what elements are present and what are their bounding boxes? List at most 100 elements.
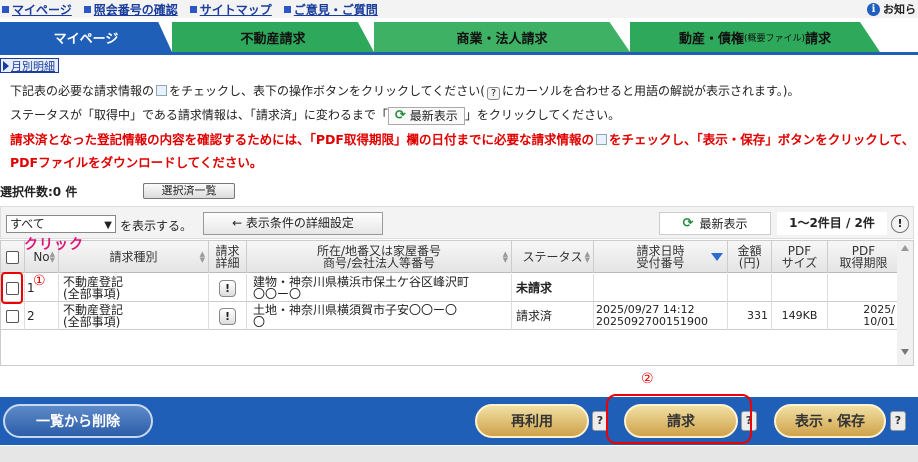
annotation-highlight-request <box>606 394 752 444</box>
refresh-sample-label: 最新表示 <box>409 109 458 123</box>
tab-label: 商業・法人請求 <box>456 31 548 47</box>
annotation-step-2: ② <box>641 371 654 387</box>
table-header: No ▲ ▼ 請求種別 ▲ ▼ 請求 詳細 所在/地番又は家屋番号 商号/会社法人等番号… <box>1 241 899 273</box>
tab-sublabel: (概要ファイル) <box>743 33 806 44</box>
row-deadline: 2025/ 10/01 <box>863 303 895 328</box>
notice-label: お知ら <box>883 3 916 16</box>
row-no: 2 <box>25 302 59 330</box>
filter-bar: すべて ▼ を表示する。 ← 表示条件の詳細設定 ⟳ 最新表示 1〜2件目 / … <box>0 206 914 239</box>
annotation-highlight-checkbox <box>1 272 23 304</box>
reuse-button[interactable]: 再利用 <box>475 404 589 438</box>
select-all-cell <box>1 241 25 273</box>
claims-table: No ▲ ▼ 請求種別 ▲ ▼ 請求 詳細 所在/地番又は家屋番号 商号/会社法人等番号… <box>0 240 914 366</box>
monthly-statement-link[interactable]: 月別明細 <box>0 58 59 73</box>
row-size: 149KB <box>772 302 828 330</box>
action-bar: 一覧から削除 再利用 ? 請求 ? 表示・保存 ? <box>0 397 918 445</box>
row-detail-cell: ! <box>209 274 247 302</box>
instruction-text: をチェックし、表下の操作ボタンをクリックしてください( <box>169 84 485 98</box>
tab-underline <box>0 52 918 55</box>
selection-count: 選択件数:0 件 <box>0 185 78 199</box>
col-date[interactable]: 請求日時 受付番号 <box>594 241 728 273</box>
info-icon: i <box>867 2 880 16</box>
tab-label: 不動産請求 <box>240 31 306 47</box>
row-date <box>594 274 728 302</box>
toplink-reference-number[interactable]: 照会番号の確認 <box>83 1 178 18</box>
col-location-label: 所在/地番又は家屋番号 商号/会社法人等番号 <box>316 244 442 270</box>
tab-label: 動産・債権 <box>678 31 744 47</box>
refresh-label: 最新表示 <box>699 217 748 231</box>
row-detail-cell: ! <box>209 302 247 330</box>
col-amount: 金額 (円) <box>728 241 772 273</box>
col-status[interactable]: ステータス ▲ ▼ <box>512 241 594 273</box>
row-size <box>772 274 828 302</box>
checkbox-sample-icon <box>156 85 168 96</box>
scroll-down-arrow-icon[interactable] <box>901 349 909 355</box>
instruction-text: にカーソルを合わせると用語の解説が表示されます。)。 <box>501 84 800 98</box>
col-type-label: 請求種別 <box>109 250 158 264</box>
square-bullet-icon <box>283 5 291 13</box>
display-filter-select[interactable]: すべて ▼ <box>6 215 116 233</box>
toplink-label: マイページ <box>12 2 72 17</box>
top-links: マイページ 照会番号の確認 サイトマップ ご意見・ご質問 <box>2 0 378 18</box>
tab-corporate-claims[interactable]: 商業・法人請求 <box>374 22 630 52</box>
play-triangle-icon <box>3 60 9 71</box>
col-location[interactable]: 所在/地番又は家屋番号 商号/会社法人等番号 ▲ ▼ <box>247 241 512 273</box>
toplink-label: サイトマップ <box>199 2 272 17</box>
col-status-label: ステータス <box>522 250 583 264</box>
warning-text: 「PDF取得期限」欄の日付までに必要な請求情報の <box>309 132 594 147</box>
scroll-up-arrow-icon[interactable] <box>901 245 909 251</box>
sort-icon: ▲ ▼ <box>199 250 205 264</box>
tab-label: マイページ <box>53 31 119 47</box>
row-type: 不動産登記 (全部事項) <box>59 302 209 330</box>
row-type: 不動産登記 (全部事項) <box>59 274 209 302</box>
detail-info-icon[interactable]: ! <box>219 279 236 297</box>
selected-list-button[interactable]: 選択済一覧 <box>143 183 235 199</box>
select-all-checkbox[interactable] <box>6 250 19 264</box>
square-bullet-icon <box>2 5 9 13</box>
checkbox-sample-icon <box>595 134 607 145</box>
row-amount: 331 <box>728 302 772 330</box>
sort-icon: ▲ ▼ <box>502 250 508 264</box>
refresh-icon: ⟳ <box>394 108 406 123</box>
toplink-mypage[interactable]: マイページ <box>2 1 72 18</box>
table-row[interactable]: 2 不動産登記 (全部事項) ! 土地・神奈川県横須賀市子安〇〇ー〇 〇 請求済… <box>1 302 899 330</box>
toplink-label: ご意見・ご質問 <box>293 2 378 17</box>
toplink-sitemap[interactable]: サイトマップ <box>189 1 272 18</box>
notice-link[interactable]: i お知ら <box>867 0 916 18</box>
refresh-button[interactable]: ⟳ 最新表示 <box>659 212 771 235</box>
table-row[interactable]: 1 不動産登記 (全部事項) ! 建物・神奈川県横浜市保土ケ谷区峰沢町 〇〇ー〇… <box>1 274 899 302</box>
row-location: 土地・神奈川県横須賀市子安〇〇ー〇 〇 <box>247 302 512 330</box>
warning-text: 請求済となった登記情報の内容を確認するためには、 <box>10 132 310 147</box>
monthly-label: 月別明細 <box>11 59 55 73</box>
toplink-label: 照会番号の確認 <box>93 2 178 17</box>
help-question-icon: ? <box>486 87 500 100</box>
row-amount <box>728 274 772 302</box>
row-checkbox[interactable] <box>6 309 19 323</box>
instruction-text: 下記表の必要な請求情報の <box>10 84 155 98</box>
help-info-icon[interactable]: ! <box>891 215 909 233</box>
row-deadline <box>828 274 899 302</box>
col-detail: 請求 詳細 <box>209 241 247 273</box>
annotation-click-label: クリック <box>24 237 84 253</box>
instruction-line-2: ステータスが「取得中」である請求情報は、「請求済」に変わるまで「 ⟳ 最新表示 」をク… <box>10 106 620 125</box>
vertical-scrollbar[interactable] <box>897 241 913 365</box>
tab-movable-claims[interactable]: 動産・債権 (概要ファイル) 請求 <box>630 22 880 52</box>
row-status: 請求済 <box>512 302 594 330</box>
pdf-warning-note: 請求済となった登記情報の内容を確認するためには、「PDF取得期限」欄の日付までに… <box>10 128 915 174</box>
remove-from-list-button[interactable]: 一覧から削除 <box>3 404 153 438</box>
detail-filter-button[interactable]: ← 表示条件の詳細設定 <box>203 212 383 235</box>
col-pdf-deadline: PDF 取得期限 <box>839 244 888 270</box>
main-tabs: 動産・債権 (概要ファイル) 請求 商業・法人請求 不動産請求 マイページ <box>0 22 918 52</box>
view-save-button[interactable]: 表示・保存 <box>774 404 886 438</box>
pager-info: 1〜2件目 / 2件 <box>777 212 887 235</box>
toplink-feedback[interactable]: ご意見・ご質問 <box>283 1 378 18</box>
footer-strip <box>0 446 918 462</box>
sort-desc-icon <box>711 253 723 261</box>
row-location: 建物・神奈川県横浜市保土ケ谷区峰沢町 〇〇ー〇 <box>247 274 512 302</box>
detail-info-icon[interactable]: ! <box>219 307 236 325</box>
select-value: すべて <box>10 217 45 231</box>
tab-realestate-claims[interactable]: 不動産請求 <box>172 22 374 52</box>
chevron-down-icon: ▼ <box>104 220 112 231</box>
help-question-icon[interactable]: ? <box>890 411 906 431</box>
tab-mypage[interactable]: マイページ <box>0 22 172 52</box>
